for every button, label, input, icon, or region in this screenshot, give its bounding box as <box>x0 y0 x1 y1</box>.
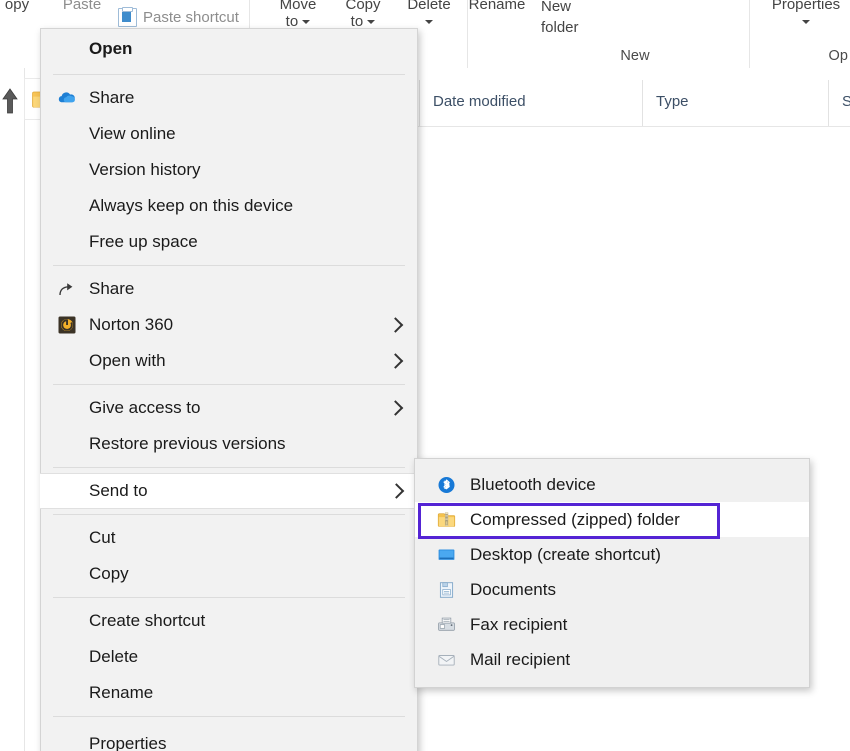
submenu-item-mail-recipient[interactable]: Mail recipient <box>415 642 809 677</box>
chevron-down-icon <box>802 20 810 24</box>
context-menu-item-restore-previous-versions[interactable]: Restore previous versions <box>41 426 417 462</box>
ribbon-new-folder-label-line2: folder <box>541 17 611 38</box>
context-menu-item-open[interactable]: Open <box>41 29 417 69</box>
ribbon-new-folder-button[interactable]: New folder <box>541 0 611 38</box>
submenu-item-mail-recipient-label: Mail recipient <box>470 650 570 670</box>
context-menu-separator <box>53 597 405 598</box>
ribbon-group-open-label: Op <box>808 48 848 64</box>
context-menu-item-properties[interactable]: Properties <box>41 722 417 751</box>
context-menu-item-properties-label: Properties <box>89 734 403 751</box>
mail-icon <box>437 650 456 669</box>
ribbon-new-folder-label-line1: New <box>541 0 611 17</box>
context-menu-item-always-keep-on-this-device[interactable]: Always keep on this device <box>41 188 417 224</box>
context-menu-item-open-with[interactable]: Open with <box>41 343 417 379</box>
column-header-type-label: Type <box>656 93 689 110</box>
ribbon-group-new-label: New <box>521 48 749 64</box>
ribbon-paste-button[interactable]: Paste <box>52 0 112 13</box>
context-menu-item-norton-360[interactable]: Norton 360 <box>41 307 417 343</box>
submenu-item-documents[interactable]: Documents <box>415 572 809 607</box>
ribbon-delete-button[interactable]: Delete <box>398 0 460 30</box>
context-menu-item-delete[interactable]: Delete <box>41 639 417 675</box>
fax-icon <box>437 615 456 634</box>
context-menu-item-create-shortcut-label: Create shortcut <box>89 611 403 631</box>
context-menu-item-cut-label: Cut <box>89 528 403 548</box>
ribbon-copy-to-button[interactable]: Copy to <box>333 0 393 30</box>
context-menu-item-open-label: Open <box>89 39 403 59</box>
context-menu-item-free-up-space-label: Free up space <box>89 232 403 252</box>
ribbon-group-clipboard-label: C <box>0 48 40 64</box>
column-header-size-label: Si <box>842 93 850 110</box>
column-header-size[interactable]: Si <box>828 80 850 126</box>
submenu-item-bluetooth-device[interactable]: Bluetooth device <box>415 467 809 502</box>
context-menu-item-view-online-label: View online <box>89 124 403 144</box>
context-menu-separator <box>53 467 405 468</box>
chevron-down-icon <box>367 20 375 24</box>
desktop-icon <box>437 545 456 564</box>
context-menu-item-send-to-label: Send to <box>89 481 404 501</box>
context-menu-item-always-keep-on-this-device-label: Always keep on this device <box>89 196 403 216</box>
submenu-item-compressed-zipped-folder-label: Compressed (zipped) folder <box>470 510 680 530</box>
context-menu-item-restore-previous-versions-label: Restore previous versions <box>89 434 403 454</box>
ribbon-move-to-button[interactable]: Move to <box>268 0 328 30</box>
context-menu-separator <box>53 514 405 515</box>
submenu-item-desktop-create-shortcut-label: Desktop (create shortcut) <box>470 545 661 565</box>
column-header-type[interactable]: Type <box>642 80 828 126</box>
context-menu-item-rename-label: Rename <box>89 683 403 703</box>
ribbon-properties-button[interactable]: Properties <box>758 0 850 30</box>
ribbon-properties-label: Properties <box>758 0 850 13</box>
submenu-item-desktop-create-shortcut[interactable]: Desktop (create shortcut) <box>415 537 809 572</box>
onedrive-cloud-icon <box>57 88 77 108</box>
ribbon-move-to-label-line1: Move <box>268 0 328 13</box>
send-to-submenu: Bluetooth device Compressed (zipped) fol… <box>414 458 810 688</box>
submenu-item-compressed-zipped-folder[interactable]: Compressed (zipped) folder <box>415 502 809 537</box>
context-menu-item-copy-label: Copy <box>89 564 403 584</box>
ribbon-copy-to-label-line1: Copy <box>333 0 393 13</box>
context-menu: Open Share View online Version history A… <box>40 28 418 751</box>
submenu-item-documents-label: Documents <box>470 580 556 600</box>
context-menu-item-version-history[interactable]: Version history <box>41 152 417 188</box>
context-menu-item-give-access-to-label: Give access to <box>89 398 403 418</box>
cursor-arrow-icon <box>2 88 18 114</box>
context-menu-item-view-online[interactable]: View online <box>41 116 417 152</box>
context-menu-separator <box>53 265 405 266</box>
context-menu-item-open-with-label: Open with <box>89 351 403 371</box>
chevron-down-icon <box>302 20 310 24</box>
context-menu-item-copy[interactable]: Copy <box>41 556 417 592</box>
submenu-item-bluetooth-device-label: Bluetooth device <box>470 475 596 495</box>
context-menu-item-rename[interactable]: Rename <box>41 675 417 711</box>
column-header-date-modified[interactable]: Date modified <box>419 80 642 126</box>
context-menu-item-share-onedrive-label: Share <box>89 88 403 108</box>
context-menu-separator <box>53 716 405 717</box>
bluetooth-icon <box>437 475 456 494</box>
context-menu-item-share-label: Share <box>89 279 403 299</box>
ribbon-paste-shortcut-label: Paste shortcut <box>143 9 239 26</box>
documents-icon <box>437 580 456 599</box>
paste-shortcut-icon <box>118 8 137 27</box>
context-menu-item-norton-360-label: Norton 360 <box>89 315 403 335</box>
explorer-window: C opy Paste Paste shortcut ze Move to Co… <box>0 0 850 751</box>
navigation-pane[interactable] <box>0 68 25 751</box>
context-menu-item-share-onedrive[interactable]: Share <box>41 80 417 116</box>
context-menu-separator <box>53 74 405 75</box>
share-arrow-icon <box>57 279 77 299</box>
ribbon-delete-label: Delete <box>398 0 460 13</box>
ribbon-copy-button[interactable]: opy <box>0 0 42 13</box>
context-menu-item-free-up-space[interactable]: Free up space <box>41 224 417 260</box>
ribbon-paste-shortcut-button[interactable]: Paste shortcut <box>118 8 239 27</box>
norton-360-icon <box>57 315 77 335</box>
context-menu-item-version-history-label: Version history <box>89 160 403 180</box>
context-menu-item-send-to[interactable]: Send to <box>40 473 418 509</box>
context-menu-item-cut[interactable]: Cut <box>41 520 417 556</box>
context-menu-item-delete-label: Delete <box>89 647 403 667</box>
context-menu-separator <box>53 384 405 385</box>
context-menu-item-create-shortcut[interactable]: Create shortcut <box>41 603 417 639</box>
context-menu-item-give-access-to[interactable]: Give access to <box>41 390 417 426</box>
context-menu-item-share[interactable]: Share <box>41 271 417 307</box>
submenu-item-fax-recipient-label: Fax recipient <box>470 615 567 635</box>
zipped-folder-icon <box>437 510 456 529</box>
submenu-item-fax-recipient[interactable]: Fax recipient <box>415 607 809 642</box>
column-header-date-modified-label: Date modified <box>433 93 526 110</box>
chevron-down-icon <box>425 20 433 24</box>
